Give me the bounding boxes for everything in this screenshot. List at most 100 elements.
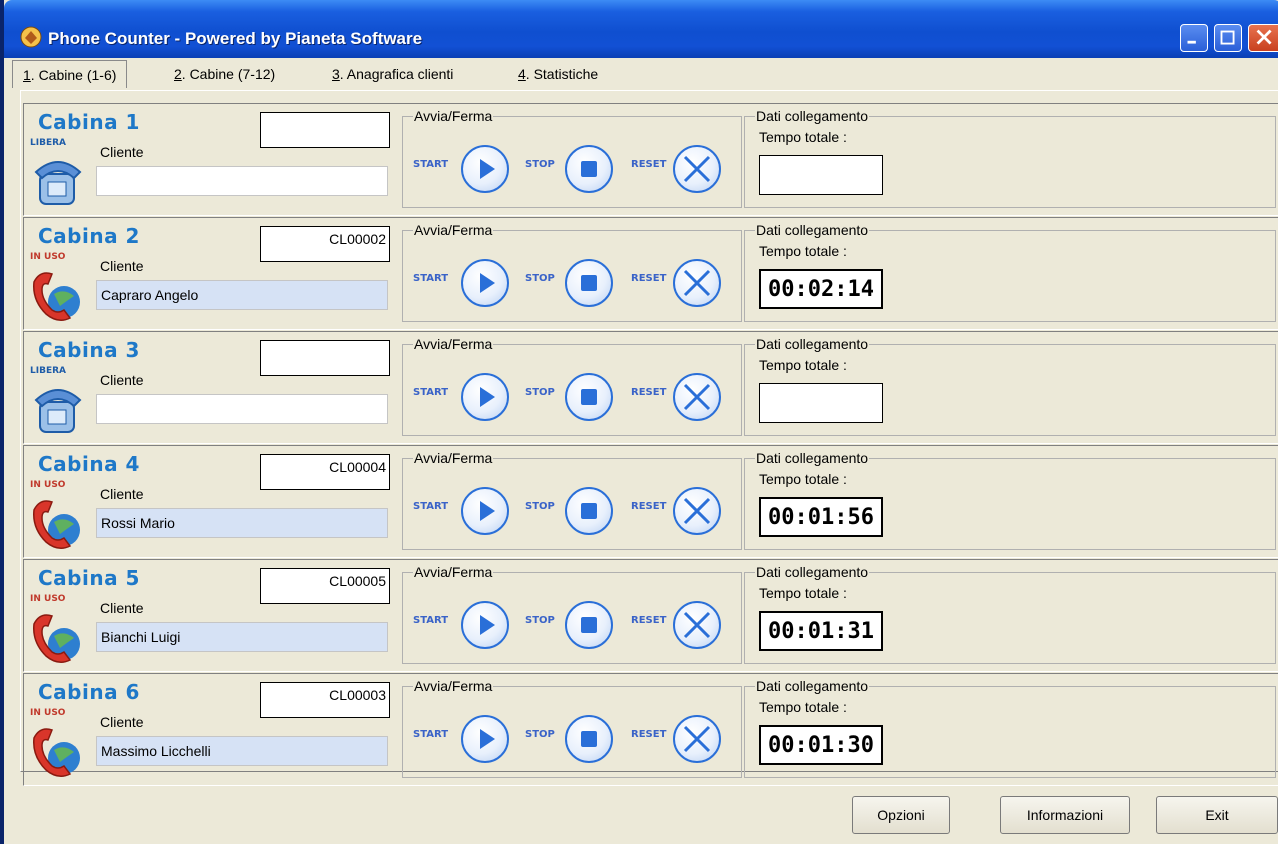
cliente-field[interactable]: Capraro Angelo <box>96 280 388 310</box>
cliente-label: Cliente <box>100 372 144 388</box>
avvia-ferma-group: Avvia/Ferma START STOP RESET <box>402 107 742 208</box>
dati-collegamento-group: Dati collegamento Tempo totale : <box>744 335 1276 436</box>
tempo-totale-field <box>759 155 883 195</box>
cabina-status-badge: IN USO <box>30 252 66 262</box>
codice-cliente-field[interactable]: CL00004 <box>260 454 390 490</box>
start-button[interactable] <box>461 487 509 535</box>
stop-label: STOP <box>525 159 555 170</box>
codice-cliente-field[interactable]: CL00003 <box>260 682 390 718</box>
start-label: START <box>413 501 449 512</box>
cliente-label: Cliente <box>100 144 144 160</box>
start-label: START <box>413 273 449 284</box>
maximize-icon <box>1220 30 1235 45</box>
minimize-button[interactable] <box>1180 24 1208 52</box>
stop-button[interactable] <box>565 259 613 307</box>
stop-icon <box>581 731 597 747</box>
start-button[interactable] <box>461 601 509 649</box>
red-phone-icon <box>33 614 80 663</box>
tab-cabine-7-12[interactable]: 2. Cabine (7-12) <box>164 60 285 88</box>
avvia-ferma-group: Avvia/Ferma START STOP RESET <box>402 677 742 778</box>
play-icon <box>480 729 495 749</box>
x-icon <box>683 725 711 753</box>
cabina-title: Cabina 6 <box>38 680 140 704</box>
stop-button[interactable] <box>565 601 613 649</box>
cliente-field[interactable]: Bianchi Luigi <box>96 622 388 652</box>
tempo-totale-label: Tempo totale : <box>759 699 847 715</box>
codice-cliente-field[interactable]: CL00005 <box>260 568 390 604</box>
stop-icon <box>581 503 597 519</box>
red-phone-icon <box>33 272 80 321</box>
stop-button[interactable] <box>565 373 613 421</box>
dati-collegamento-group: Dati collegamento Tempo totale : 00:01:3… <box>744 563 1276 664</box>
cliente-label: Cliente <box>100 258 144 274</box>
opzioni-button[interactable]: Opzioni <box>852 796 950 834</box>
title-bar[interactable]: Phone Counter - Powered by Pianeta Softw… <box>4 0 1278 58</box>
dati-collegamento-label: Dati collegamento <box>755 563 870 581</box>
avvia-ferma-group: Avvia/Ferma START STOP RESET <box>402 221 742 322</box>
dati-collegamento-group: Dati collegamento Tempo totale : <box>744 107 1276 208</box>
cliente-field[interactable]: Massimo Licchelli <box>96 736 388 766</box>
stop-icon <box>581 161 597 177</box>
stop-label: STOP <box>525 273 555 284</box>
cabina-status-badge: IN USO <box>30 708 66 718</box>
exit-button[interactable]: Exit <box>1156 796 1278 834</box>
maximize-button[interactable] <box>1214 24 1242 52</box>
cabina-row-5: Cabina 5 IN USO Cliente Bianchi Luigi CL… <box>23 559 1278 672</box>
cabina-status-badge: LIBERA <box>30 138 66 148</box>
codice-cliente-field[interactable] <box>260 340 390 376</box>
stop-label: STOP <box>525 729 555 740</box>
start-button[interactable] <box>461 373 509 421</box>
tab-anagrafica-clienti[interactable]: 3. Anagrafica clienti <box>322 60 463 88</box>
close-icon <box>1256 29 1272 45</box>
dati-collegamento-group: Dati collegamento Tempo totale : 00:02:1… <box>744 221 1276 322</box>
avvia-ferma-label: Avvia/Ferma <box>413 449 494 467</box>
stop-button[interactable] <box>565 487 613 535</box>
start-button[interactable] <box>461 145 509 193</box>
red-phone-icon <box>33 500 80 549</box>
reset-button[interactable] <box>673 259 721 307</box>
tab-cabine-1-6[interactable]: 1. Cabine (1-6) <box>12 60 128 88</box>
cliente-field[interactable] <box>96 394 388 424</box>
cabina-title: Cabina 1 <box>38 110 140 134</box>
start-label: START <box>413 159 449 170</box>
avvia-ferma-group: Avvia/Ferma START STOP RESET <box>402 335 742 436</box>
start-button[interactable] <box>461 259 509 307</box>
close-button[interactable] <box>1248 24 1278 52</box>
tab-bar: 1. Cabine (1-6) 2. Cabine (7-12) 3. Anag… <box>12 60 1278 90</box>
cabina-status-badge: IN USO <box>30 594 66 604</box>
reset-button[interactable] <box>673 373 721 421</box>
reset-button[interactable] <box>673 715 721 763</box>
cliente-label: Cliente <box>100 600 144 616</box>
minimize-icon <box>1187 40 1196 44</box>
start-button[interactable] <box>461 715 509 763</box>
cabina-title: Cabina 3 <box>38 338 140 362</box>
play-icon <box>480 387 495 407</box>
tab-statistiche[interactable]: 4. Statistiche <box>508 60 608 88</box>
window-title: Phone Counter - Powered by Pianeta Softw… <box>48 29 423 48</box>
stop-button[interactable] <box>565 145 613 193</box>
reset-button[interactable] <box>673 145 721 193</box>
informazioni-button[interactable]: Informazioni <box>1000 796 1130 834</box>
cabina-row-4: Cabina 4 IN USO Cliente Rossi Mario CL00… <box>23 445 1278 558</box>
codice-cliente-field[interactable]: CL00002 <box>260 226 390 262</box>
x-icon <box>683 269 711 297</box>
reset-label: RESET <box>631 159 667 170</box>
reset-label: RESET <box>631 273 667 284</box>
start-label: START <box>413 387 449 398</box>
app-logo-icon <box>20 26 42 48</box>
dati-collegamento-label: Dati collegamento <box>755 677 870 695</box>
cliente-field[interactable] <box>96 166 388 196</box>
dati-collegamento-label: Dati collegamento <box>755 221 870 239</box>
stop-icon <box>581 617 597 633</box>
stop-label: STOP <box>525 387 555 398</box>
reset-button[interactable] <box>673 487 721 535</box>
stop-label: STOP <box>525 615 555 626</box>
cliente-field[interactable]: Rossi Mario <box>96 508 388 538</box>
x-icon <box>683 497 711 525</box>
avvia-ferma-label: Avvia/Ferma <box>413 221 494 239</box>
reset-button[interactable] <box>673 601 721 649</box>
codice-cliente-field[interactable] <box>260 112 390 148</box>
cliente-label: Cliente <box>100 714 144 730</box>
stop-button[interactable] <box>565 715 613 763</box>
dati-collegamento-label: Dati collegamento <box>755 335 870 353</box>
